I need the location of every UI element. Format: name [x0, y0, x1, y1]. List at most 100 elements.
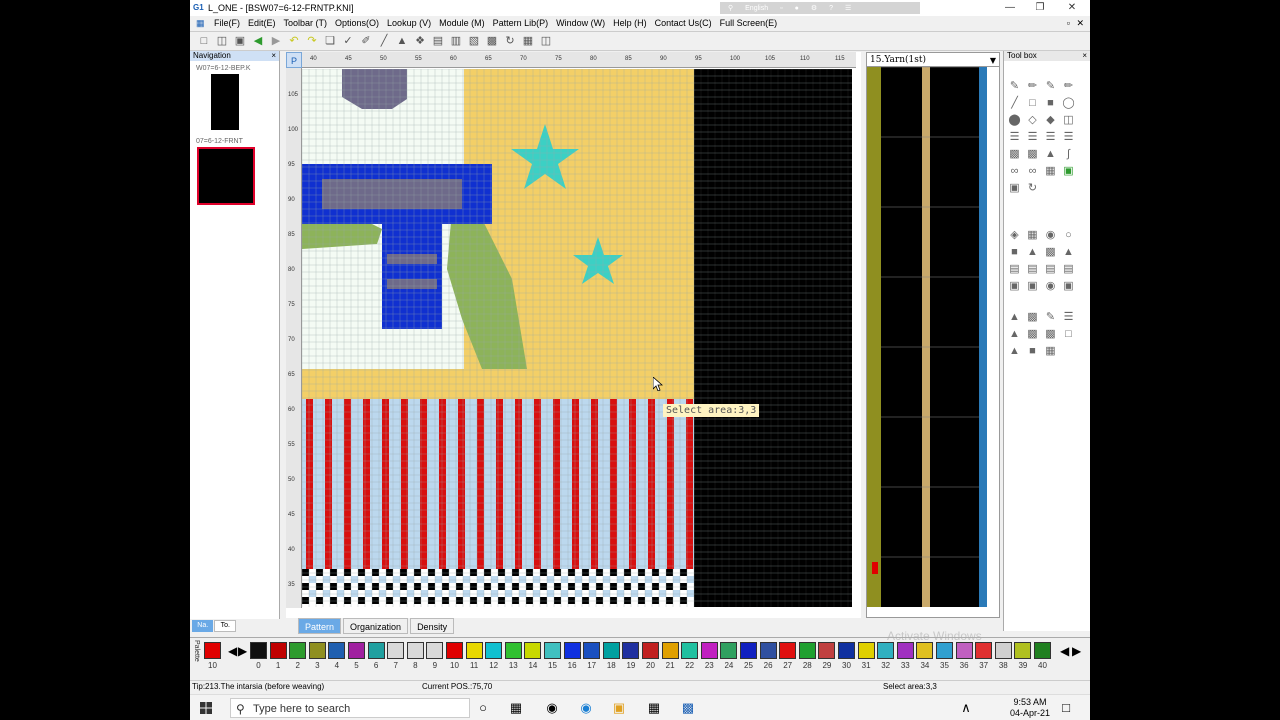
align-icon[interactable]: ▤: [430, 34, 446, 48]
chevron-down-icon[interactable]: ▼: [990, 54, 996, 68]
chart-icon[interactable]: ▩: [1007, 147, 1022, 161]
tab-organization[interactable]: Organization: [343, 618, 409, 634]
mic-icon[interactable]: ●: [795, 5, 799, 12]
select-icon[interactable]: ✓: [340, 34, 356, 48]
garment-icon-2[interactable]: ✎: [1043, 310, 1058, 324]
undo-icon[interactable]: ↶: [286, 34, 302, 48]
photo-icon[interactable]: ▣: [1007, 181, 1022, 195]
back-arrow-icon[interactable]: ◀: [250, 34, 266, 48]
language-label[interactable]: English: [745, 5, 768, 12]
palette-chip[interactable]: [661, 642, 679, 659]
export-icon[interactable]: ◫: [538, 34, 554, 48]
palette-chip[interactable]: [544, 642, 561, 659]
windows-start-icon[interactable]: [200, 702, 212, 714]
distribute-icon[interactable]: ☰: [1061, 130, 1076, 144]
navigation-close-button[interactable]: ×: [271, 51, 276, 61]
yarn-grid[interactable]: [867, 66, 999, 607]
dropper-icon[interactable]: ✏: [1061, 79, 1076, 93]
palette-chip[interactable]: [289, 642, 307, 659]
forward-arrow-icon[interactable]: ▶: [268, 34, 284, 48]
rect-icon[interactable]: □: [1025, 96, 1040, 110]
store-icon[interactable]: ▦: [646, 700, 662, 716]
help-icon[interactable]: ?: [829, 5, 833, 12]
align-right-icon[interactable]: ☰: [1043, 130, 1058, 144]
mirror-icon[interactable]: ◫: [1061, 113, 1076, 127]
bar-icon[interactable]: ▩: [1025, 147, 1040, 161]
palette-chip[interactable]: [622, 642, 640, 659]
knit-icon-13[interactable]: ▣: [1007, 279, 1022, 293]
pattern-grid[interactable]: [302, 69, 852, 607]
filled-rect-icon[interactable]: ■: [1043, 96, 1058, 110]
knit-icon-9[interactable]: ▤: [1007, 262, 1022, 276]
garment-icon-6[interactable]: □: [1061, 327, 1076, 341]
palette-chip[interactable]: [387, 642, 405, 659]
chain-icon[interactable]: ∞: [1007, 164, 1022, 178]
palette-chip[interactable]: [348, 642, 365, 659]
grid-icon[interactable]: ▧: [466, 34, 482, 48]
knit-icon-15[interactable]: ◉: [1043, 279, 1058, 293]
matrix-icon[interactable]: ▦: [1043, 164, 1058, 178]
p-button[interactable]: P: [286, 52, 302, 68]
knit-icon-16[interactable]: ▣: [1061, 279, 1076, 293]
save-icon[interactable]: ▣: [232, 34, 248, 48]
close-button[interactable]: ✕: [1057, 0, 1087, 16]
tab-density[interactable]: Density: [410, 618, 455, 634]
tool-tab[interactable]: To.: [214, 620, 236, 632]
lone-app-icon[interactable]: ▩: [680, 700, 696, 716]
palette-chip[interactable]: [779, 642, 797, 659]
thumbnail-1[interactable]: [211, 74, 239, 130]
stitch-icon[interactable]: ▦: [520, 34, 536, 48]
cable-icon[interactable]: ∞: [1025, 164, 1040, 178]
edge-icon[interactable]: ◉: [578, 700, 594, 716]
menu-pattern-lib[interactable]: Pattern Lib(P): [493, 18, 549, 28]
palette-chip[interactable]: [838, 642, 855, 659]
menu-toolbar[interactable]: Toolbar (T): [284, 18, 328, 28]
menu-file[interactable]: File(F): [214, 18, 240, 28]
palette-chip[interactable]: [955, 642, 973, 659]
palette-chip[interactable]: [485, 642, 503, 659]
line-tool-icon[interactable]: ╱: [1007, 96, 1022, 110]
garment-icon-9[interactable]: ▦: [1043, 344, 1058, 358]
align-left-icon[interactable]: ☰: [1007, 130, 1022, 144]
language-bar[interactable]: ⚲ English ▫ ● ⚙ ? ☰: [720, 2, 920, 14]
taskbar-search-input[interactable]: ⚲ Type here to search: [230, 698, 470, 718]
garment-icon-8[interactable]: ■: [1025, 344, 1040, 358]
palette-chip[interactable]: [857, 642, 875, 659]
palette-scroll-left-icon[interactable]: ◀: [1060, 644, 1069, 658]
yarn-selector-value[interactable]: 15.Yarn(1st): [870, 55, 926, 65]
filled-ellipse-icon[interactable]: ⬤: [1007, 113, 1022, 127]
menu-edit[interactable]: Edit(E): [248, 18, 276, 28]
pattern-canvas[interactable]: 40 45 50 55 60 65 70 75 80 85 90 95 100 105 110 115 105…: [286, 52, 861, 618]
knit-icon-2[interactable]: ▦: [1025, 228, 1040, 242]
knit-icon-4[interactable]: ○: [1061, 228, 1076, 242]
taskbar-clock[interactable]: 9:53 AM 04-Apr-21: [1010, 697, 1050, 719]
toolbox-close-button[interactable]: ×: [1082, 51, 1087, 61]
shape-icon[interactable]: ▲: [1043, 147, 1058, 161]
transform-icon[interactable]: ❖: [412, 34, 428, 48]
eraser-icon[interactable]: ✎: [1007, 79, 1022, 93]
fill-icon[interactable]: ▲: [394, 34, 410, 48]
palette-chip[interactable]: [720, 642, 738, 659]
knit-icon-6[interactable]: ▲: [1025, 245, 1040, 259]
menu-contact[interactable]: Contact Us(C): [655, 18, 712, 28]
palette-chip[interactable]: [524, 642, 542, 659]
pattern-icon[interactable]: ▩: [484, 34, 500, 48]
keyboard-icon[interactable]: ▫: [780, 5, 782, 12]
menu-options[interactable]: Options(O): [335, 18, 379, 28]
rotate-icon[interactable]: ↻: [1025, 181, 1040, 195]
palette-chip[interactable]: [308, 642, 326, 659]
ellipse-icon[interactable]: ◯: [1061, 96, 1076, 110]
palette-chip[interactable]: [563, 642, 581, 659]
menu-window[interactable]: Window (W): [556, 18, 605, 28]
garment-icon-5[interactable]: ▩: [1043, 327, 1058, 341]
brush-icon[interactable]: ✏: [1025, 79, 1040, 93]
diamond-icon[interactable]: ◇: [1025, 113, 1040, 127]
palette-chip[interactable]: [1014, 642, 1032, 659]
palette-chip[interactable]: [818, 642, 836, 659]
palette-chip[interactable]: [367, 642, 385, 659]
palette-chip[interactable]: [602, 642, 620, 659]
shirt-icon[interactable]: ▩: [1025, 310, 1040, 324]
knit-icon-12[interactable]: ▤: [1061, 262, 1076, 276]
palette-chip[interactable]: [700, 642, 718, 659]
align-center-icon[interactable]: ☰: [1025, 130, 1040, 144]
